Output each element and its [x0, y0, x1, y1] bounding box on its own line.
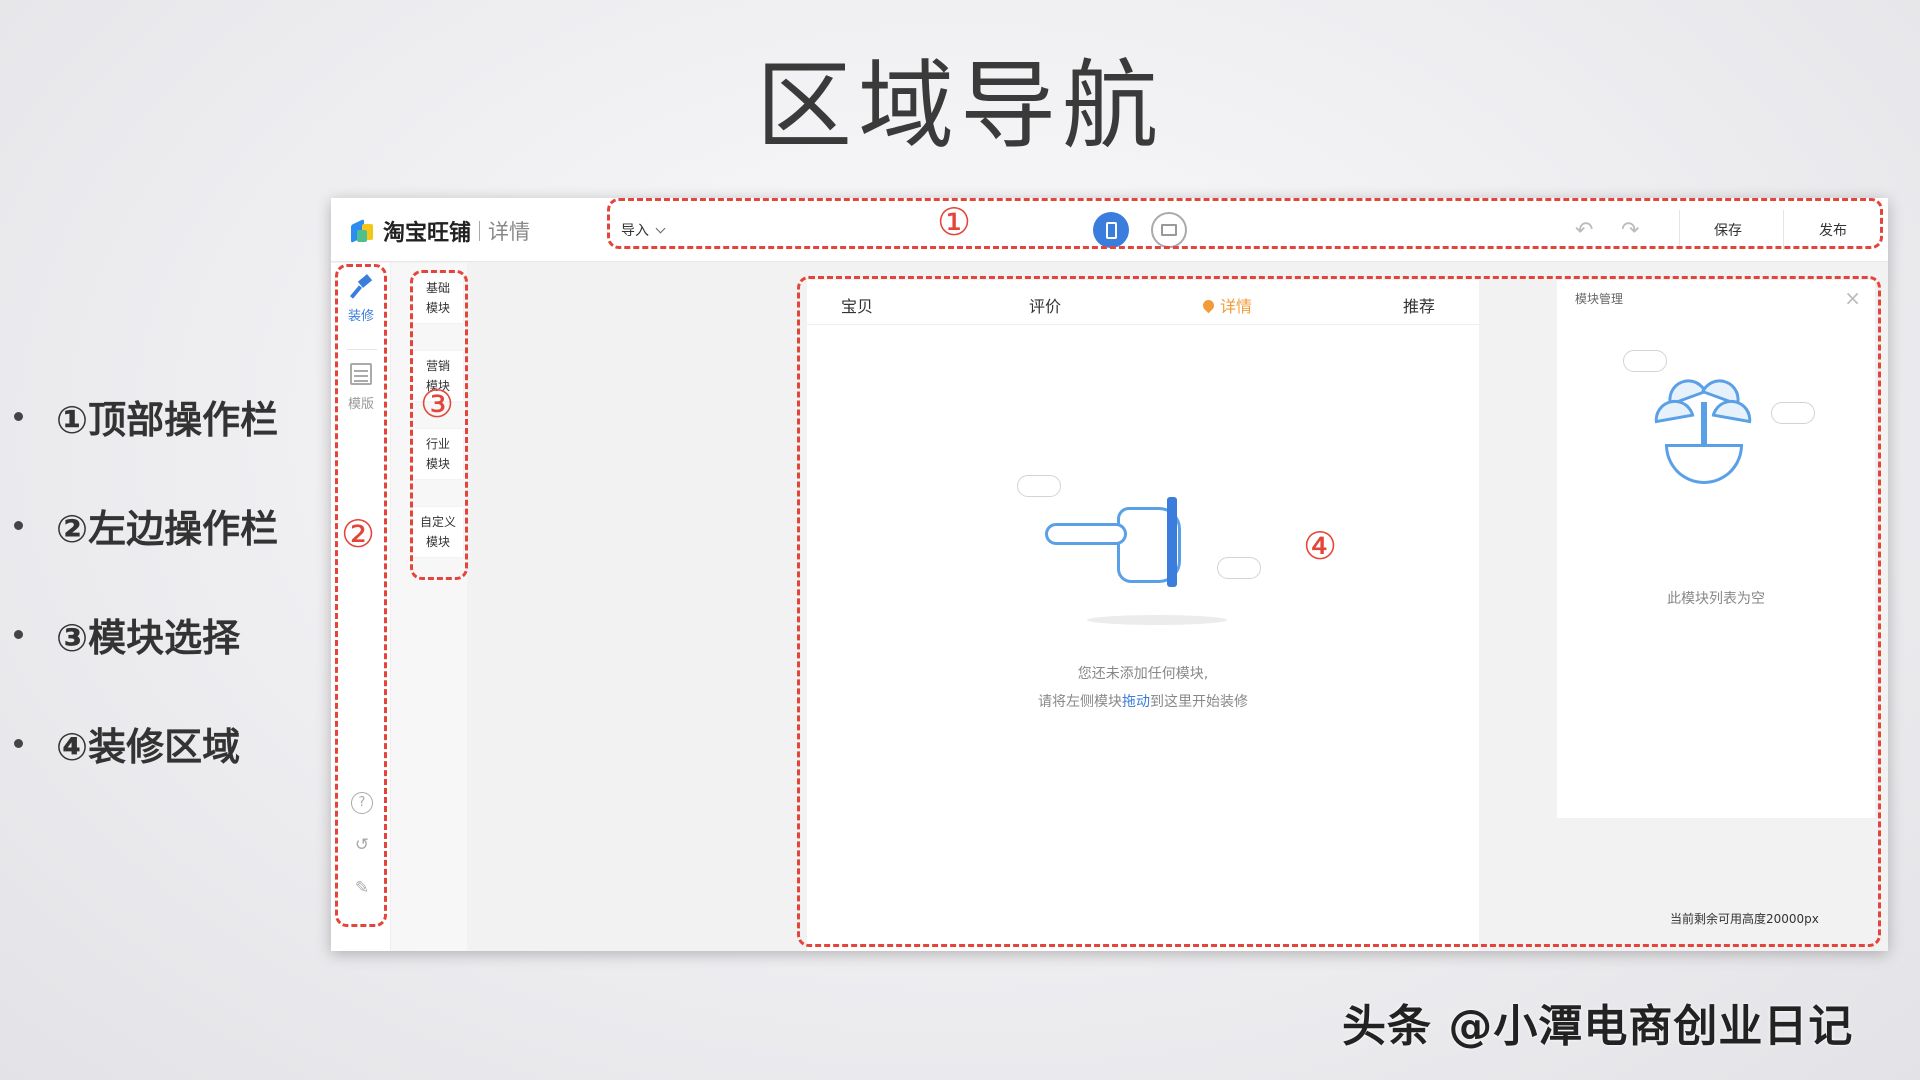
logo-icon — [349, 218, 375, 244]
bullet-dot — [14, 520, 23, 530]
bullet-item: ③模块选择 — [14, 606, 278, 662]
bullet-item: ④装修区域 — [14, 715, 278, 771]
logo-text: 淘宝旺铺 — [383, 221, 472, 246]
bullet-item: ①顶部操作栏 — [14, 388, 278, 444]
annotation-number-1: ① — [937, 200, 972, 244]
bullet-text: ②左边操作栏 — [56, 506, 279, 551]
annotation-number-3: ③ — [420, 382, 455, 426]
logo: 淘宝旺铺 详情 — [349, 215, 530, 247]
watermark: 头条 @小潭电商创业日记 — [1342, 1001, 1854, 1052]
logo-divider — [479, 221, 481, 241]
slide-title: 区域导航 — [756, 50, 1164, 162]
logo-subtitle: 详情 — [488, 220, 531, 244]
bullet-dot — [14, 411, 23, 421]
bullet-text: ④装修区域 — [56, 724, 241, 769]
annotation-region-top-toolbar — [607, 198, 1883, 249]
annotation-region-left-sidebar — [335, 264, 387, 927]
bullet-text: ③模块选择 — [56, 615, 241, 660]
bullet-dot — [14, 738, 23, 748]
app-screenshot: 淘宝旺铺 详情 导入 ↶ ↷ 保存 发布 装修 模版 ? ↺ ✎ 基础模块 营 — [331, 198, 1888, 951]
bullet-list: ①顶部操作栏 ②左边操作栏 ③模块选择 ④装修区域 — [14, 388, 278, 824]
annotation-number-4: ④ — [1303, 524, 1338, 568]
bullet-item: ②左边操作栏 — [14, 497, 278, 553]
annotation-number-2: ② — [341, 512, 376, 556]
bullet-text: ①顶部操作栏 — [56, 397, 279, 442]
bullet-dot — [14, 629, 23, 639]
annotation-region-canvas — [797, 276, 1881, 947]
